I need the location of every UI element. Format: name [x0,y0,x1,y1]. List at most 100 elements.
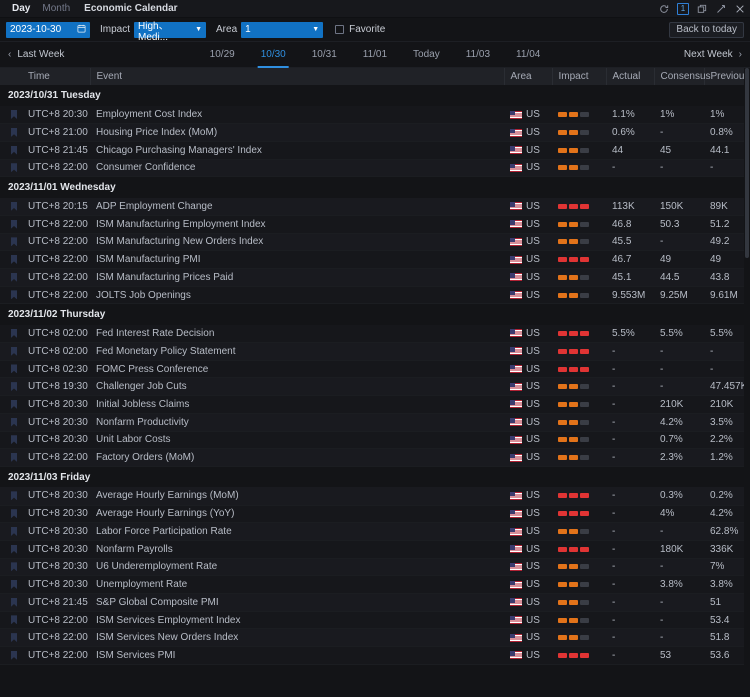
close-icon[interactable] [734,3,746,15]
column-header-consensus[interactable]: Consensus [654,68,704,85]
bookmark-icon[interactable] [11,562,17,571]
bookmark-icon[interactable] [11,400,17,409]
bookmark-icon[interactable] [11,347,17,356]
table-row[interactable]: UTC+8 20:30U6 Underemployment RateUS--7% [0,558,744,576]
bookmark-cell[interactable] [0,629,22,647]
table-row[interactable]: UTC+8 20:30Nonfarm ProductivityUS-4.2%3.… [0,413,744,431]
table-row[interactable]: UTC+8 20:30Unemployment RateUS-3.8%3.8% [0,576,744,594]
bookmark-cell[interactable] [0,487,22,505]
table-row[interactable]: UTC+8 21:45S&P Global Composite PMIUS--5… [0,594,744,612]
bookmark-cell[interactable] [0,558,22,576]
back-to-today-button[interactable]: Back to today [669,22,744,38]
bookmark-icon[interactable] [11,290,17,299]
table-row[interactable]: UTC+8 02:00Fed Monetary Policy Statement… [0,343,744,361]
column-header-previous[interactable]: Previous [704,68,744,85]
bookmark-icon[interactable] [11,633,17,642]
bookmark-cell[interactable] [0,523,22,541]
bookmark-icon[interactable] [11,237,17,246]
column-header-time[interactable]: Time [22,68,90,85]
bookmark-icon[interactable] [11,651,17,660]
table-row[interactable]: UTC+8 02:00Fed Interest Rate DecisionUS5… [0,325,744,343]
bookmark-icon[interactable] [11,580,17,589]
bookmark-icon[interactable] [11,453,17,462]
bookmark-cell[interactable] [0,378,22,396]
table-row[interactable]: UTC+8 22:00Factory Orders (MoM)US-2.3%1.… [0,449,744,467]
column-header-impact[interactable]: Impact [552,68,606,85]
area-filter-select[interactable]: 1 ▼ [241,22,323,38]
bookmark-cell[interactable] [0,343,22,361]
bookmark-icon[interactable] [11,364,17,373]
bookmark-cell[interactable] [0,360,22,378]
day-tab-1101[interactable]: 11/01 [350,42,400,68]
bookmark-icon[interactable] [11,110,17,119]
table-row[interactable]: UTC+8 21:00Housing Price Index (MoM)US0.… [0,124,744,142]
day-tab-today[interactable]: Today [400,42,453,68]
table-row[interactable]: UTC+8 22:00ISM Manufacturing Prices Paid… [0,269,744,287]
bookmark-cell[interactable] [0,106,22,124]
table-row[interactable]: UTC+8 20:30Initial Jobless ClaimsUS-210K… [0,396,744,414]
bookmark-cell[interactable] [0,647,22,665]
table-row[interactable]: UTC+8 20:30Average Hourly Earnings (MoM)… [0,487,744,505]
table-row[interactable]: UTC+8 20:30Employment Cost IndexUS1.1%1%… [0,106,744,124]
bookmark-cell[interactable] [0,431,22,449]
column-header-area[interactable]: Area [504,68,552,85]
bookmark-cell[interactable] [0,325,22,343]
bookmark-cell[interactable] [0,576,22,594]
vertical-scrollbar[interactable] [744,68,750,697]
bookmark-icon[interactable] [11,146,17,155]
bookmark-icon[interactable] [11,255,17,264]
day-tab-1104[interactable]: 11/04 [503,42,553,68]
bookmark-cell[interactable] [0,449,22,467]
table-row[interactable]: UTC+8 22:00Consumer ConfidenceUS--- [0,159,744,177]
bookmark-cell[interactable] [0,269,22,287]
bookmark-cell[interactable] [0,611,22,629]
bookmark-icon[interactable] [11,202,17,211]
table-row[interactable]: UTC+8 22:00ISM Manufacturing New Orders … [0,233,744,251]
table-row[interactable]: UTC+8 02:30FOMC Press ConferenceUS--- [0,360,744,378]
table-row[interactable]: UTC+8 20:30Unit Labor CostsUS-0.7%2.2% [0,431,744,449]
bookmark-cell[interactable] [0,505,22,523]
date-picker[interactable]: 2023-10-30 [6,22,90,38]
bookmark-cell[interactable] [0,413,22,431]
bookmark-icon[interactable] [11,509,17,518]
table-row[interactable]: UTC+8 19:30Challenger Job CutsUS--47.457… [0,378,744,396]
table-row[interactable]: UTC+8 21:45Chicago Purchasing Managers' … [0,141,744,159]
table-row[interactable]: UTC+8 20:30Labor Force Participation Rat… [0,523,744,541]
scrollbar-thumb[interactable] [745,68,749,258]
day-tab-1031[interactable]: 10/31 [299,42,350,68]
bookmark-cell[interactable] [0,141,22,159]
bookmark-cell[interactable] [0,286,22,304]
view-tab-month[interactable]: Month [36,0,76,18]
last-week-button[interactable]: ‹ Last Week [8,49,64,60]
bookmark-icon[interactable] [11,220,17,229]
bookmark-cell[interactable] [0,124,22,142]
bookmark-icon[interactable] [11,598,17,607]
day-tab-1029[interactable]: 10/29 [197,42,248,68]
table-row[interactable]: UTC+8 22:00ISM Manufacturing Employment … [0,215,744,233]
bookmark-icon[interactable] [11,545,17,554]
bookmark-icon[interactable] [11,163,17,172]
table-row[interactable]: UTC+8 20:15ADP Employment ChangeUS113K15… [0,198,744,216]
restore-window-icon[interactable] [696,3,708,15]
column-header-actual[interactable]: Actual [606,68,654,85]
bookmark-icon[interactable] [11,527,17,536]
table-row[interactable]: UTC+8 22:00JOLTS Job OpeningsUS9.553M9.2… [0,286,744,304]
bookmark-cell[interactable] [0,198,22,216]
bookmark-cell[interactable] [0,233,22,251]
favorite-checkbox[interactable]: Favorite [335,24,385,35]
bookmark-icon[interactable] [11,382,17,391]
bookmark-cell[interactable] [0,251,22,269]
bookmark-cell[interactable] [0,159,22,177]
bookmark-icon[interactable] [11,128,17,137]
bookmark-cell[interactable] [0,396,22,414]
bookmark-icon[interactable] [11,418,17,427]
table-row[interactable]: UTC+8 20:30Average Hourly Earnings (YoY)… [0,505,744,523]
bookmark-cell[interactable] [0,594,22,612]
day-tab-1030[interactable]: 10/30 [248,42,299,68]
impact-filter-select[interactable]: High、Medi... ▼ [134,22,206,38]
day-tab-1103[interactable]: 11/03 [453,42,503,68]
bookmark-cell[interactable] [0,540,22,558]
bookmark-cell[interactable] [0,215,22,233]
bookmark-icon[interactable] [11,435,17,444]
bookmark-icon[interactable] [11,329,17,338]
